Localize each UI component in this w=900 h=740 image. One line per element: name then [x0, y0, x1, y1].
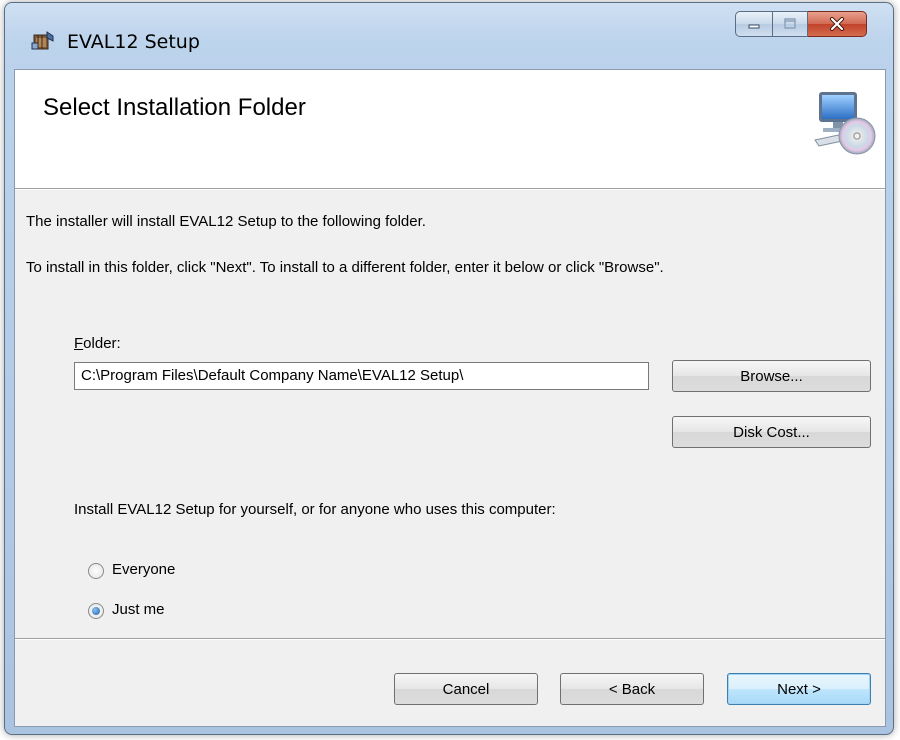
caption-buttons	[735, 11, 867, 37]
folder-label: Folder:	[74, 335, 121, 352]
computer-with-cd-icon	[814, 92, 876, 155]
disk-cost-button[interactable]: Disk Cost...	[672, 416, 871, 448]
minimize-button[interactable]	[735, 11, 773, 37]
dialog-header: Select Installation Folder	[15, 70, 885, 189]
cancel-button[interactable]: Cancel	[394, 673, 538, 705]
intro-text-2: To install in this folder, click "Next".…	[26, 259, 664, 276]
folder-label-accelerator: F	[74, 335, 84, 352]
close-icon	[830, 17, 844, 31]
install-for-label: Install EVAL12 Setup for yourself, or fo…	[74, 501, 556, 518]
browse-button[interactable]: Browse...	[672, 360, 871, 392]
installer-package-icon[interactable]	[31, 29, 55, 53]
minimize-icon	[748, 24, 760, 29]
window-title: EVAL12 Setup	[67, 31, 200, 53]
just-me-radio[interactable]	[88, 603, 104, 619]
page-title: Select Installation Folder	[43, 94, 306, 121]
footer-separator-highlight	[15, 639, 885, 640]
everyone-radio-label[interactable]: Everyone	[112, 561, 175, 578]
folder-path-input[interactable]: C:\Program Files\Default Company Name\EV…	[74, 362, 649, 390]
maximize-button[interactable]	[773, 11, 808, 37]
back-button[interactable]: < Back	[560, 673, 704, 705]
everyone-radio[interactable]	[88, 563, 104, 579]
header-separator	[15, 189, 885, 190]
close-button[interactable]	[808, 11, 867, 37]
folder-label-rest: older:	[83, 335, 121, 352]
just-me-radio-label[interactable]: Just me	[112, 601, 165, 618]
dialog-client-area: Select Installation Folder The installer…	[14, 69, 886, 727]
intro-text-1: The installer will install EVAL12 Setup …	[26, 213, 426, 230]
next-button[interactable]: Next >	[727, 673, 871, 705]
title-bar[interactable]: EVAL12 Setup	[5, 3, 893, 53]
installer-window: EVAL12 Setup Select Installation Folder …	[4, 2, 894, 735]
maximize-icon	[784, 18, 796, 29]
